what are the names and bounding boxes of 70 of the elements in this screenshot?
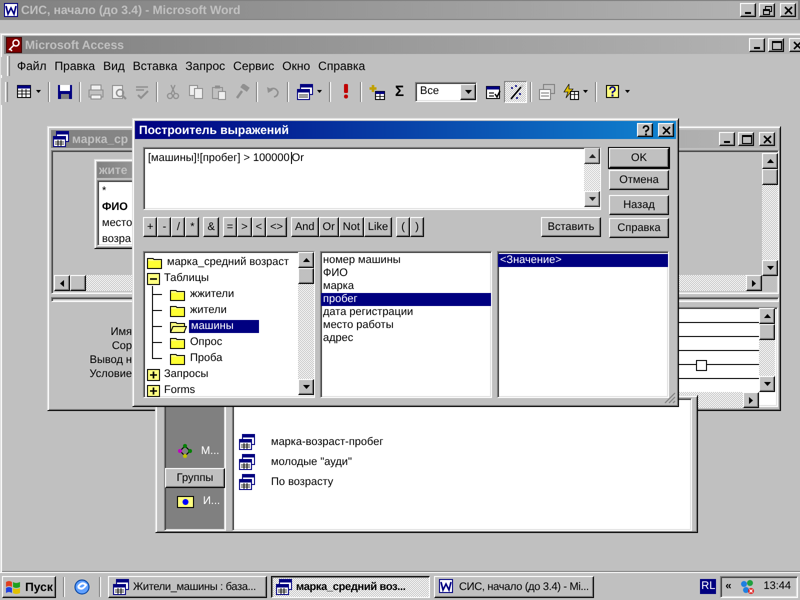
- tree-item[interactable]: Проба: [188, 352, 224, 364]
- operator-button[interactable]: Or: [318, 217, 339, 237]
- operator-button[interactable]: And: [290, 217, 319, 237]
- tree-item[interactable]: жители: [188, 304, 229, 316]
- object-item[interactable]: По возрасту: [271, 476, 334, 488]
- operator-button[interactable]: <: [252, 217, 266, 237]
- combo-value: Все: [419, 85, 440, 98]
- operator-button[interactable]: <>: [266, 217, 287, 237]
- dialog-button[interactable]: OK: [609, 148, 669, 168]
- object-item[interactable]: молодые "ауди": [271, 456, 352, 468]
- expression-field[interactable]: [машины]![пробег] > 100000 Or: [143, 147, 601, 210]
- start-button[interactable]: Пуск: [2, 576, 56, 598]
- list-item[interactable]: место работы: [321, 319, 491, 332]
- operator-button[interactable]: +: [143, 217, 158, 237]
- language-indicator[interactable]: RL: [700, 579, 716, 594]
- menu-item[interactable]: Запрос: [181, 60, 230, 72]
- object-item[interactable]: марка-возраст-пробег: [271, 436, 384, 448]
- window-title: Microsoft Access: [25, 38, 125, 52]
- menu-item[interactable]: Сервис: [229, 60, 278, 72]
- operator-button[interactable]: (: [396, 217, 410, 237]
- grid-row-label: Имя: [110, 326, 132, 340]
- menu-item[interactable]: Вставка: [128, 60, 182, 72]
- menu-item[interactable]: Справка: [314, 60, 370, 72]
- operator-button[interactable]: =: [222, 217, 238, 237]
- list-item[interactable]: пробег: [321, 293, 491, 306]
- task-button[interactable]: Жители_машины : база...: [108, 576, 267, 598]
- grid-row-label: Вывод н: [88, 354, 132, 368]
- combo-box[interactable]: Все: [415, 82, 477, 102]
- operator-button[interactable]: Like: [364, 217, 392, 237]
- list-item[interactable]: адрес: [321, 332, 491, 345]
- menu-item[interactable]: Окно: [278, 60, 314, 72]
- operator-button[interactable]: -: [157, 217, 172, 237]
- operator-button[interactable]: Not: [338, 217, 364, 237]
- window-title: марка_ср: [72, 132, 130, 146]
- dialog-title: Построитель выражений: [139, 124, 290, 136]
- menu-item[interactable]: Правка: [50, 60, 100, 72]
- expression-text: [машины]![пробег] > 100000 Or: [148, 152, 304, 164]
- clock: 13:44: [763, 580, 791, 593]
- group-item[interactable]: М...: [201, 444, 220, 458]
- list-item[interactable]: <Значение>: [498, 254, 668, 267]
- list-item[interactable]: номер машины: [321, 254, 491, 267]
- operator-button[interactable]: ): [410, 217, 424, 237]
- grid-row-label: Сор: [110, 340, 132, 354]
- tree-item[interactable]: Запросы: [162, 368, 210, 380]
- tree-item[interactable]: марка_средний возраст: [165, 256, 291, 268]
- task-button[interactable]: марка_средний воз...: [271, 576, 430, 598]
- tree-item[interactable]: машины: [189, 320, 259, 332]
- dialog-button[interactable]: Отмена: [609, 170, 669, 190]
- menu-item[interactable]: Файл: [13, 60, 51, 72]
- operator-button[interactable]: *: [185, 217, 200, 237]
- operator-button[interactable]: &: [203, 217, 219, 237]
- tree-item[interactable]: Forms: [162, 384, 198, 396]
- dialog-button[interactable]: Назад: [609, 195, 669, 215]
- tree-item[interactable]: Таблицы: [162, 272, 211, 284]
- expand-tray-button[interactable]: «: [725, 580, 732, 593]
- insert-button[interactable]: Вставить: [541, 217, 601, 237]
- groups-button[interactable]: Группы: [165, 468, 225, 488]
- list-item[interactable]: марка: [321, 280, 491, 293]
- grid-row-label: Условие: [88, 368, 132, 382]
- dialog-button[interactable]: Справка: [609, 218, 669, 238]
- operator-button[interactable]: >: [237, 217, 252, 237]
- task-button[interactable]: СИС, начало (до 3.4) - Mi...: [434, 576, 594, 598]
- list-item[interactable]: ФИО: [321, 267, 491, 280]
- tree-item[interactable]: Опрос: [188, 336, 224, 348]
- menu-item[interactable]: Вид: [99, 60, 129, 72]
- operator-button[interactable]: /: [171, 217, 186, 237]
- group-item[interactable]: И...: [203, 494, 220, 508]
- tree-item[interactable]: жжители: [188, 288, 236, 300]
- list-item[interactable]: дата регистрации: [321, 306, 491, 319]
- totals-button[interactable]: Σ: [388, 80, 411, 102]
